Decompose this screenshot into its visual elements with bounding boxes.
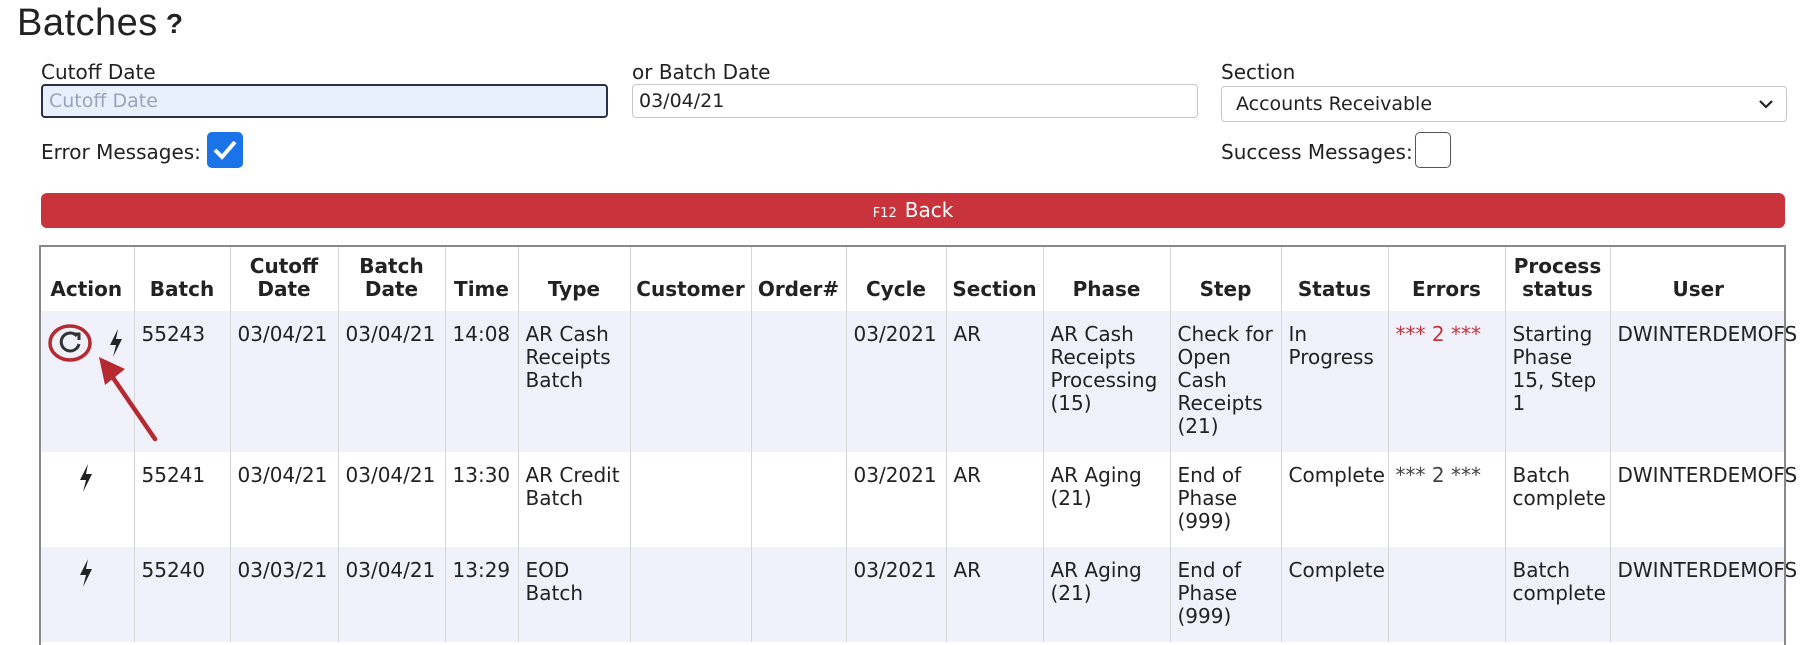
step-cell: Check for Open Cash Receipts (21) xyxy=(1170,311,1282,452)
bolt-icon[interactable] xyxy=(78,559,94,592)
table-row[interactable]: 55241 03/04/21 03/04/21 13:30 AR Credit … xyxy=(39,452,1797,547)
col-header-user[interactable]: User xyxy=(1610,245,1786,311)
type-cell: AR Cash Receipts Batch xyxy=(518,311,631,452)
section-cell: AR xyxy=(946,547,1044,642)
col-header-errors[interactable]: Errors xyxy=(1388,245,1506,311)
checkmark-icon xyxy=(213,140,237,160)
cycle-cell: 03/2021 xyxy=(846,311,947,452)
process-status-cell: Starting Phase 15, Step 1 xyxy=(1505,311,1611,452)
page-title-text: Batches xyxy=(17,2,158,44)
status-cell: Complete xyxy=(1281,452,1389,547)
refresh-icon[interactable] xyxy=(48,323,92,368)
section-cell: AR xyxy=(946,452,1044,547)
phase-cell: AR Aging (21) xyxy=(1043,452,1171,547)
order-cell xyxy=(751,452,847,547)
table-header-row: Action Batch Cutoff Date Batch Date Time… xyxy=(39,245,1786,311)
batch-date-label: or Batch Date xyxy=(632,60,771,84)
user-cell: DWINTERDEMOFS xyxy=(1610,547,1797,642)
col-header-section[interactable]: Section xyxy=(946,245,1044,311)
cycle-cell: 03/2021 xyxy=(846,452,947,547)
batch-date-cell: 03/04/21 xyxy=(338,311,446,452)
action-cell xyxy=(39,452,135,547)
col-header-step[interactable]: Step xyxy=(1170,245,1282,311)
col-header-phase[interactable]: Phase xyxy=(1043,245,1171,311)
section-cell: AR xyxy=(946,311,1044,452)
process-status-cell: Batch complete xyxy=(1505,547,1611,642)
col-header-cutoff-date[interactable]: Cutoff Date xyxy=(230,245,339,311)
type-cell: EOD Batch xyxy=(518,547,631,642)
status-cell: In Progress xyxy=(1281,311,1389,452)
phase-cell: AR Cash Receipts Processing (15) xyxy=(1043,311,1171,452)
order-cell xyxy=(751,311,847,452)
chevron-down-icon xyxy=(1758,91,1774,122)
bolt-icon[interactable] xyxy=(78,464,94,497)
errors-cell[interactable]: *** 2 *** xyxy=(1388,311,1506,452)
page-title: Batches? xyxy=(17,2,183,45)
user-cell: DWINTERDEMOFS xyxy=(1610,311,1797,452)
time-cell: 13:29 xyxy=(445,547,519,642)
type-cell: AR Credit Batch xyxy=(518,452,631,547)
table-row[interactable]: 55243 03/04/21 03/04/21 14:08 AR Cash Re… xyxy=(39,311,1797,452)
cutoff-date-cell: 03/04/21 xyxy=(230,452,339,547)
col-header-batch[interactable]: Batch xyxy=(134,245,231,311)
batch-date-cell: 03/04/21 xyxy=(338,452,446,547)
step-cell: End of Phase (999) xyxy=(1170,452,1282,547)
col-header-order[interactable]: Order# xyxy=(751,245,847,311)
errors-cell[interactable] xyxy=(1388,547,1506,642)
batch-date-cell: 03/04/21 xyxy=(338,547,446,642)
error-messages-label: Error Messages: xyxy=(41,140,201,164)
action-cell xyxy=(39,547,135,642)
back-button[interactable]: F12 Back xyxy=(41,193,1785,228)
cycle-cell: 03/2021 xyxy=(846,547,947,642)
phase-cell: AR Aging (21) xyxy=(1043,547,1171,642)
success-messages-checkbox[interactable] xyxy=(1415,132,1451,168)
cutoff-date-label: Cutoff Date xyxy=(41,60,156,84)
section-label: Section xyxy=(1221,60,1296,84)
back-button-shortcut: F12 xyxy=(872,206,897,221)
col-header-cycle[interactable]: Cycle xyxy=(846,245,947,311)
cutoff-date-cell: 03/04/21 xyxy=(230,311,339,452)
batch-date-input[interactable] xyxy=(632,84,1198,118)
cutoff-date-input[interactable] xyxy=(41,84,608,118)
step-cell: End of Phase (999) xyxy=(1170,547,1282,642)
batches-table: Action Batch Cutoff Date Batch Date Time… xyxy=(39,245,1797,642)
col-header-status[interactable]: Status xyxy=(1281,245,1389,311)
back-button-label: Back xyxy=(904,198,954,222)
time-cell: 13:30 xyxy=(445,452,519,547)
batch-cell: 55241 xyxy=(134,452,231,547)
customer-cell xyxy=(630,311,752,452)
customer-cell xyxy=(630,452,752,547)
process-status-cell: Batch complete xyxy=(1505,452,1611,547)
errors-cell[interactable]: *** 2 *** xyxy=(1388,452,1506,547)
user-cell: DWINTERDEMOFS xyxy=(1610,452,1797,547)
help-icon[interactable]: ? xyxy=(166,8,184,39)
error-messages-checkbox[interactable] xyxy=(207,132,243,168)
col-header-action[interactable]: Action xyxy=(39,245,135,311)
time-cell: 14:08 xyxy=(445,311,519,452)
customer-cell xyxy=(630,547,752,642)
col-header-time[interactable]: Time xyxy=(445,245,519,311)
table-row[interactable]: 55240 03/03/21 03/04/21 13:29 EOD Batch … xyxy=(39,547,1797,642)
order-cell xyxy=(751,547,847,642)
col-header-process-status[interactable]: Process status xyxy=(1505,245,1611,311)
section-select[interactable]: Accounts Receivable xyxy=(1221,86,1787,122)
cutoff-date-cell: 03/03/21 xyxy=(230,547,339,642)
status-cell: Complete xyxy=(1281,547,1389,642)
col-header-customer[interactable]: Customer xyxy=(630,245,752,311)
col-header-type[interactable]: Type xyxy=(518,245,631,311)
col-header-batch-date[interactable]: Batch Date xyxy=(338,245,446,311)
success-messages-label: Success Messages: xyxy=(1221,140,1413,164)
section-selected-value: Accounts Receivable xyxy=(1236,93,1433,115)
batch-cell: 55240 xyxy=(134,547,231,642)
annotation-arrow-icon xyxy=(99,357,158,442)
